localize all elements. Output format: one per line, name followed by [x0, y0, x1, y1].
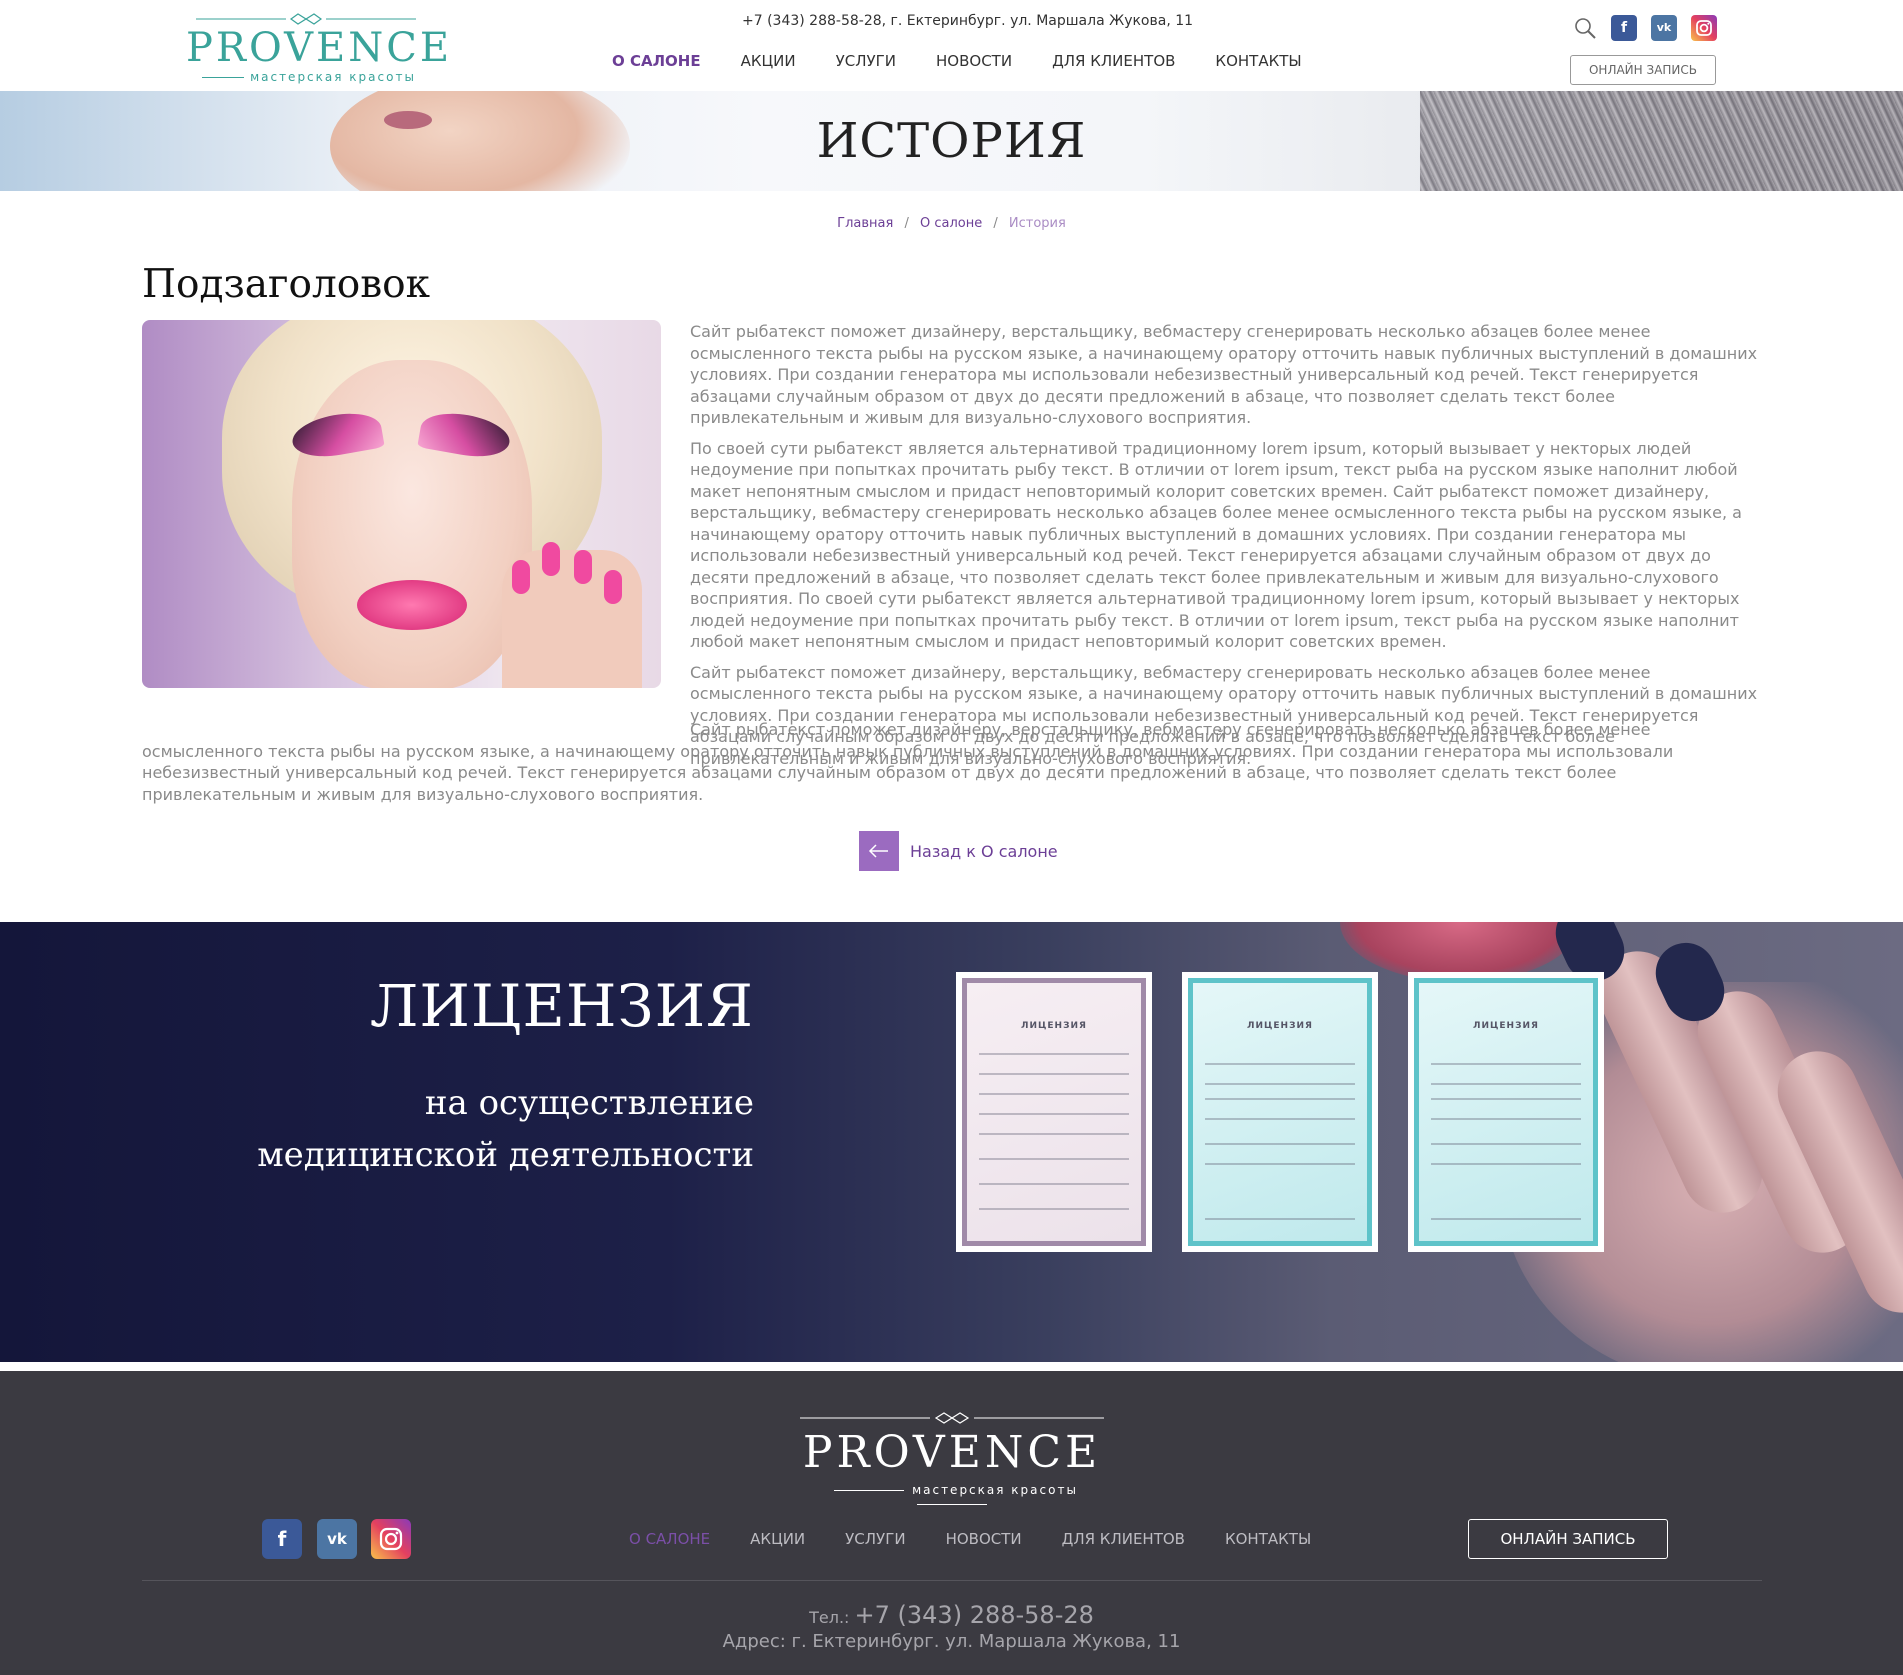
breadcrumb: Главная / О салоне / История [0, 216, 1903, 231]
site-footer: PROVENCE мастерская красоты f vk О САЛОН… [0, 1371, 1903, 1675]
footer-nav-item-services[interactable]: УСЛУГИ [845, 1530, 905, 1548]
footer-nav-item-about[interactable]: О САЛОНЕ [629, 1530, 710, 1548]
facebook-icon[interactable]: f [1611, 15, 1637, 41]
vk-icon[interactable]: vk [1651, 15, 1677, 41]
footer-logo[interactable]: PROVENCE мастерская красоты [800, 1411, 1104, 1503]
license-document-thumbnail[interactable]: ЛИЦЕНЗИЯ [956, 972, 1152, 1252]
site-logo[interactable]: PROVENCE мастерская красоты [186, 10, 453, 84]
footer-divider [142, 1580, 1762, 1581]
nav-item-about[interactable]: О САЛОНЕ [612, 52, 701, 70]
license-subtitle-line: на осуществление [424, 1083, 754, 1123]
breadcrumb-separator: / [904, 216, 909, 231]
nav-item-promotions[interactable]: АКЦИИ [741, 52, 796, 70]
instagram-icon[interactable] [1691, 15, 1717, 41]
breadcrumb-separator: / [993, 216, 998, 231]
footer-nav-item-news[interactable]: НОВОСТИ [946, 1530, 1022, 1548]
facebook-icon[interactable]: f [262, 1519, 302, 1559]
footer-nav-item-promotions[interactable]: АКЦИИ [750, 1530, 805, 1548]
breadcrumb-current: История [1008, 216, 1066, 231]
logo-ornament-icon [196, 13, 416, 25]
content-paragraph: Сайт рыбатекст поможет дизайнеру, верста… [690, 322, 1758, 427]
license-document-thumbnail[interactable]: ЛИЦЕНЗИЯ [1408, 972, 1604, 1252]
header-contact: +7 (343) 288-58-28, г. Ектеринбург. ул. … [742, 13, 1194, 29]
content-paragraph: Сайт рыбатекст поможет дизайнеру, верста… [142, 720, 1674, 804]
footer-nav-item-contacts[interactable]: КОНТАКТЫ [1225, 1530, 1311, 1548]
content-photo [142, 320, 661, 688]
nav-item-contacts[interactable]: КОНТАКТЫ [1215, 52, 1301, 70]
content-subtitle: Подзаголовок [142, 262, 431, 307]
footer-logo-tagline: мастерская красоты [800, 1483, 1104, 1511]
back-link[interactable]: Назад к О салоне [859, 831, 1058, 871]
instagram-icon[interactable] [371, 1519, 411, 1559]
license-subtitle: на осуществление медицинской деятельност… [0, 1077, 754, 1181]
search-icon[interactable] [1574, 17, 1596, 39]
footer-phone: Тел.: +7 (343) 288-58-28 [0, 1601, 1903, 1629]
logo-ornament-icon [800, 1412, 1104, 1424]
nav-item-services[interactable]: УСЛУГИ [836, 52, 896, 70]
page-hero-banner: ИСТОРИЯ [0, 91, 1903, 191]
license-section: ЛИЦЕНЗИЯ на осуществление медицинской де… [0, 922, 1903, 1362]
online-booking-button[interactable]: ОНЛАЙН ЗАПИСЬ [1570, 55, 1716, 85]
footer-address: Адрес: г. Ектеринбург. ул. Маршала Жуков… [722, 1631, 1181, 1652]
footer-logo-brand: PROVENCE [802, 1427, 1102, 1478]
content-text-wide: Сайт рыбатекст поможет дизайнеру, верста… [142, 719, 1762, 805]
main-nav: О САЛОНЕ АКЦИИ УСЛУГИ НОВОСТИ ДЛЯ КЛИЕНТ… [612, 52, 1342, 70]
license-document-thumbnail[interactable]: ЛИЦЕНЗИЯ [1182, 972, 1378, 1252]
footer-online-booking-button[interactable]: ОНЛАЙН ЗАПИСЬ [1468, 1519, 1668, 1559]
back-link-label[interactable]: Назад к О салоне [910, 842, 1058, 861]
nav-item-for-clients[interactable]: ДЛЯ КЛИЕНТОВ [1052, 52, 1175, 70]
footer-nav-item-for-clients[interactable]: ДЛЯ КЛИЕНТОВ [1062, 1530, 1185, 1548]
content-paragraph: По своей сути рыбатекст является альтерн… [690, 438, 1742, 652]
site-header: PROVENCE мастерская красоты +7 (343) 288… [0, 0, 1903, 91]
arrow-left-icon[interactable] [859, 831, 899, 871]
license-title: ЛИЦЕНЗИЯ [369, 972, 754, 1040]
nav-item-news[interactable]: НОВОСТИ [936, 52, 1012, 70]
vk-icon[interactable]: vk [317, 1519, 357, 1559]
content-text: Сайт рыбатекст поможет дизайнеру, верста… [690, 321, 1762, 778]
license-subtitle-line: медицинской деятельности [257, 1135, 754, 1175]
footer-nav: О САЛОНЕ АКЦИИ УСЛУГИ НОВОСТИ ДЛЯ КЛИЕНТ… [629, 1530, 1351, 1548]
logo-brand: PROVENCE [186, 25, 453, 71]
page-title: ИСТОРИЯ [816, 113, 1087, 169]
breadcrumb-home-link[interactable]: Главная [837, 216, 893, 231]
footer-phone-label: Тел.: [809, 1608, 850, 1627]
breadcrumb-section-link[interactable]: О салоне [920, 216, 982, 231]
footer-phone-number[interactable]: +7 (343) 288-58-28 [855, 1601, 1094, 1629]
